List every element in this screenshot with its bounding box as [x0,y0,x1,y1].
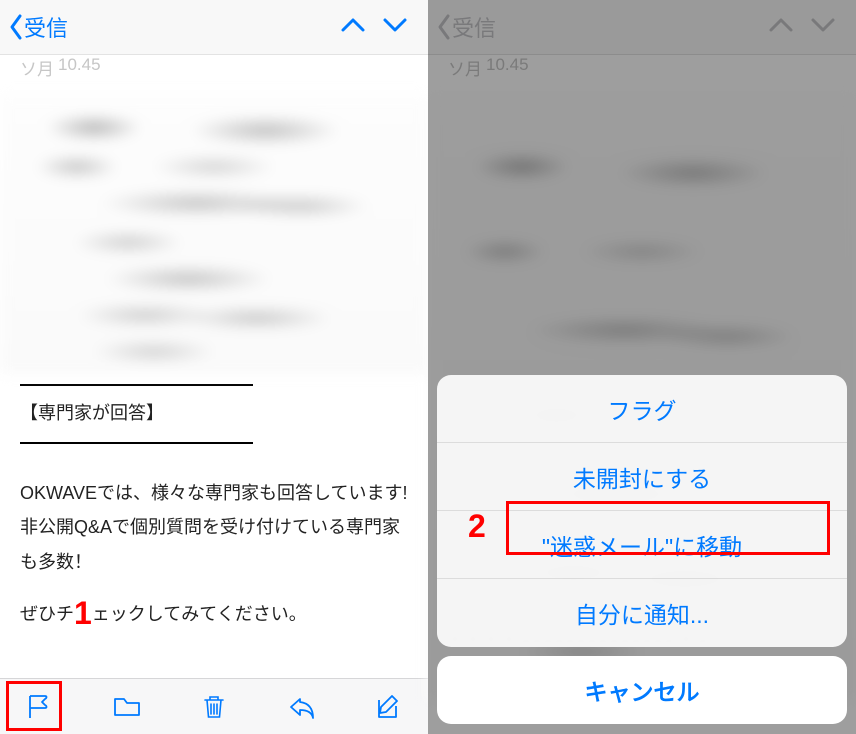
timestamp-date: ソ月 [20,55,54,80]
email-body: 【専門家が回答】 OKWAVEでは、様々な専門家も回答しています! 非公開Q&A… [0,378,428,678]
chevron-up-icon [340,17,366,33]
back-button[interactable]: 受信 [8,11,68,43]
move-folder-button[interactable] [112,692,142,722]
compose-button[interactable] [374,692,404,722]
divider [20,384,253,386]
action-flag[interactable]: フラグ [437,375,847,443]
folder-icon [112,692,142,722]
blurred-content [0,94,428,374]
annotation-number-1: 1 [74,583,92,644]
flag-icon [24,692,54,722]
action-sheet-group: フラグ 未開封にする "迷惑メール"に移動 自分に通知... [437,375,847,647]
toolbar [0,678,428,734]
flag-button[interactable] [24,692,54,722]
body-paragraph: OKWAVEでは、様々な専門家も回答しています! [20,476,408,510]
body-paragraph: ぜひチ1ェックしてみてください。 [20,579,408,640]
action-move-to-junk[interactable]: "迷惑メール"に移動 [437,511,847,579]
delete-button[interactable] [199,692,229,722]
action-cancel[interactable]: キャンセル [437,656,847,724]
compose-icon [374,692,404,722]
nav-arrow-group [340,17,420,38]
timestamp: ソ月 10.45 [0,55,428,84]
section-title: 【専門家が回答】 [20,390,408,436]
trash-icon [199,692,229,722]
reply-button[interactable] [287,692,317,722]
action-sheet: フラグ 未開封にする "迷惑メール"に移動 自分に通知... キャンセル [437,375,847,724]
next-message-button[interactable] [382,17,408,38]
screen-right: 受信 ソ月 10.45 ・・・・ - - - - - - - - - - - -… [428,0,856,734]
action-notify-me[interactable]: 自分に通知... [437,579,847,647]
chevron-down-icon [382,17,408,33]
reply-icon [287,692,317,722]
back-label: 受信 [24,11,68,43]
action-mark-unread[interactable]: 未開封にする [437,443,847,511]
divider [20,442,253,444]
timestamp-time: 10.45 [58,55,101,80]
chevron-left-icon [8,13,24,41]
nav-bar: 受信 [0,0,428,55]
body-paragraph: 非公開Q&Aで個別質問を受け付けている専門家も多数！ [20,510,408,578]
prev-message-button[interactable] [340,17,366,38]
screen-left: 受信 ソ月 10.45 【専門家が回答】 OKWAVEでは、様々な専門家も回答し… [0,0,428,734]
